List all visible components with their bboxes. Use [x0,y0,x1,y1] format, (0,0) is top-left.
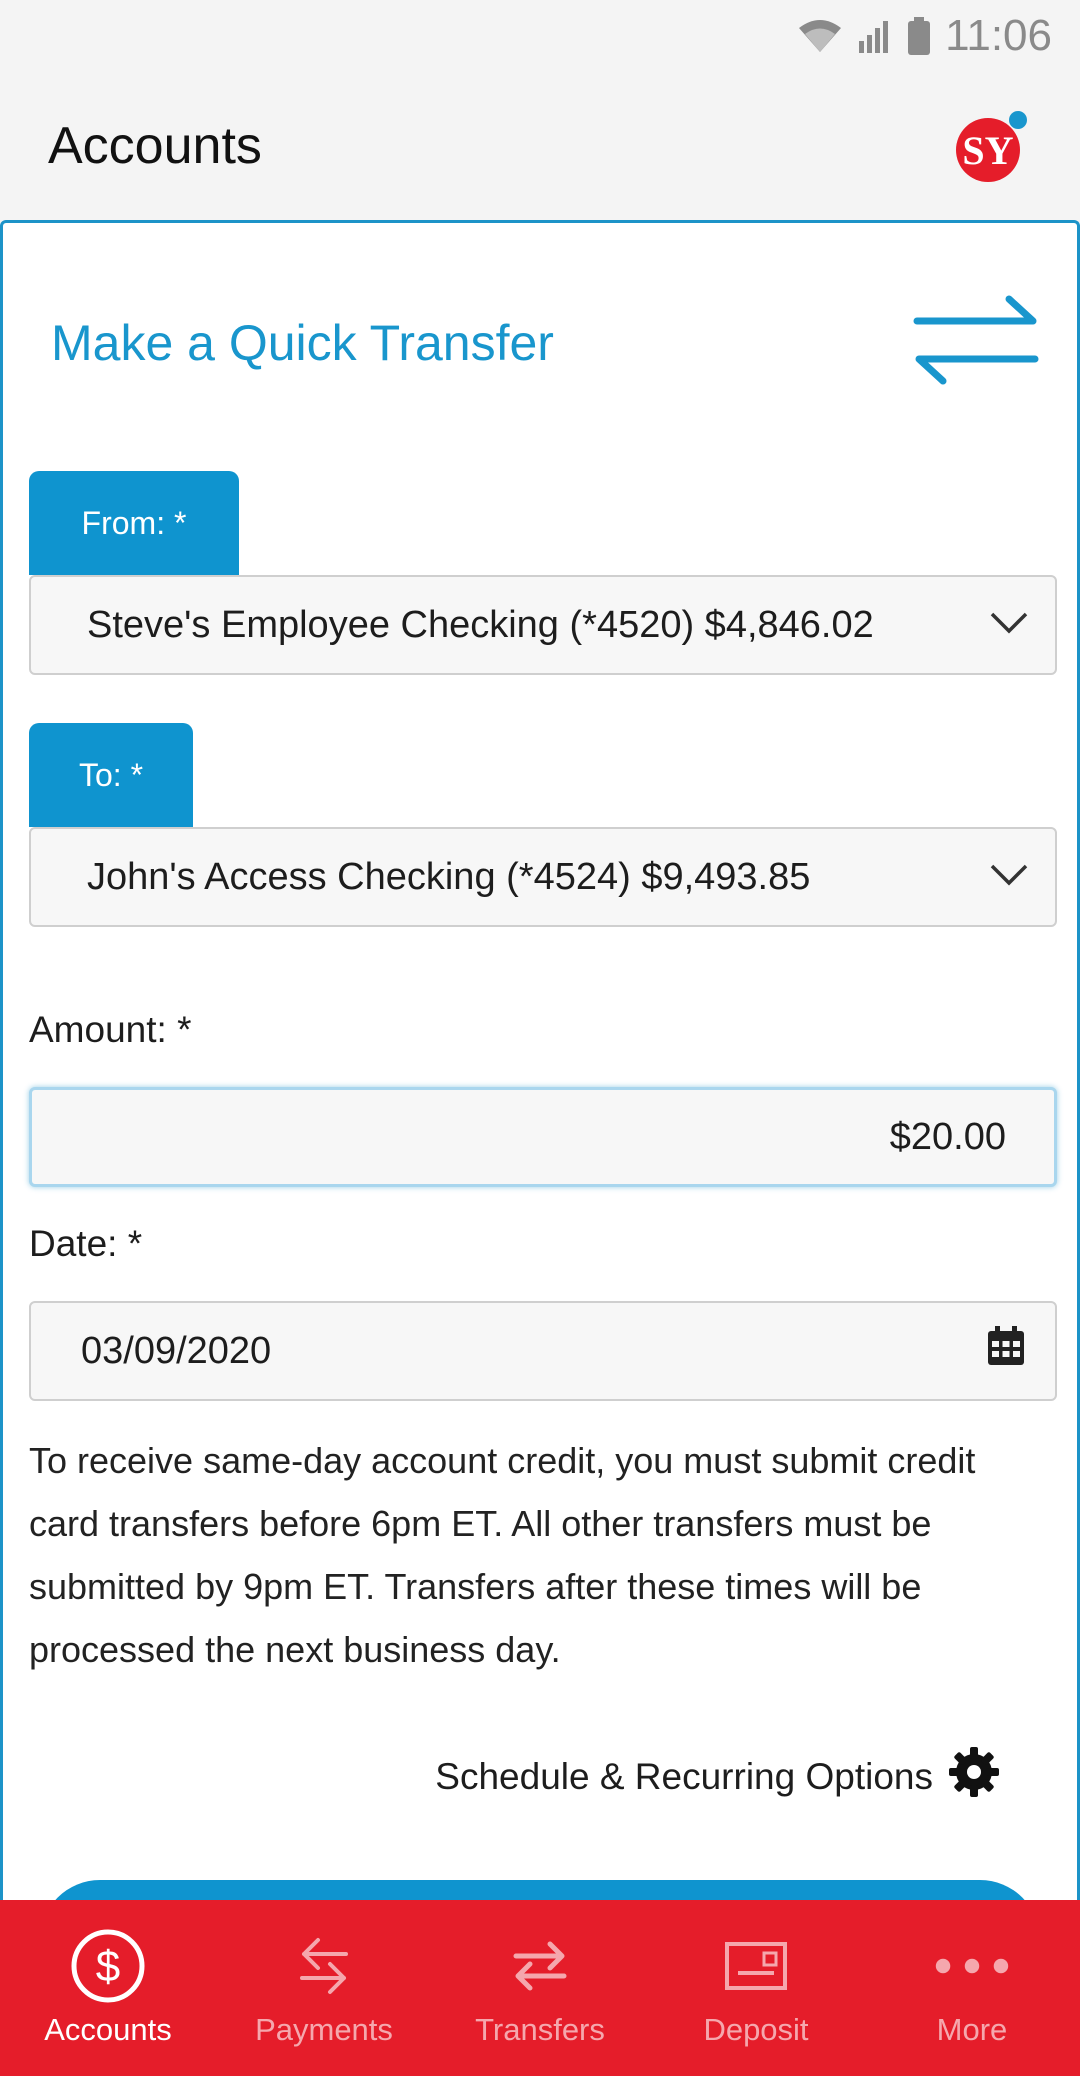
calendar-icon[interactable] [987,1326,1025,1376]
transfers-icon [502,1928,578,2004]
to-account-value: John's Access Checking (*4524) $9,493.85 [87,855,811,898]
schedule-link-label: Schedule & Recurring Options [435,1755,933,1797]
wifi-icon [797,18,843,54]
more-dots-icon [934,1928,1010,2004]
signal-icon [857,19,893,53]
nav-payments-label: Payments [255,2012,393,2047]
bottom-nav: $ Accounts Payments Transfers Deposit Mo… [0,1900,1080,2076]
transfer-arrows-icon [911,293,1041,394]
nav-accounts-label: Accounts [44,2012,172,2047]
from-account-select[interactable]: Steve's Employee Checking (*4520) $4,846… [29,575,1057,675]
svg-text:$: $ [96,1942,120,1991]
page-title: Accounts [48,117,262,175]
nav-transfers[interactable]: Transfers [432,1900,648,2076]
dollar-circle-icon: $ [70,1928,146,2004]
date-label: Date: * [29,1223,143,1264]
sy-bank-logo: SY [952,106,1032,186]
to-account-select[interactable]: John's Access Checking (*4524) $9,493.85 [29,827,1057,927]
gear-icon [947,1745,1001,1808]
quick-transfer-card: Make a Quick Transfer From: * Steve's Em… [0,220,1080,1940]
nav-more[interactable]: More [864,1900,1080,2076]
card-title: Make a Quick Transfer [51,315,554,371]
chevron-down-icon [989,863,1029,892]
app-header: Accounts SY [0,72,1080,220]
from-account-value: Steve's Employee Checking (*4520) $4,846… [87,603,874,646]
schedule-recurring-options-link[interactable]: Schedule & Recurring Options [435,1745,1001,1808]
battery-icon [907,17,931,55]
date-value: 03/09/2020 [81,1329,272,1372]
check-deposit-icon [718,1928,794,2004]
to-label: To: * [29,723,193,827]
nav-transfers-label: Transfers [475,2012,605,2047]
amount-label: Amount: * [29,1009,192,1050]
chevron-down-icon [989,611,1029,640]
status-time: 11:06 [945,11,1052,60]
date-input[interactable]: 03/09/2020 [29,1301,1057,1401]
nav-payments[interactable]: Payments [216,1900,432,2076]
transfer-cutoff-notice: To receive same-day account credit, you … [29,1440,976,1670]
nav-accounts[interactable]: $ Accounts [0,1900,216,2076]
status-bar: 11:06 [0,0,1080,72]
from-label: From: * [29,471,239,575]
payments-icon [286,1928,362,2004]
nav-more-label: More [936,2012,1008,2047]
card-header: Make a Quick Transfer [51,283,1041,403]
amount-input[interactable]: $20.00 [29,1087,1057,1187]
nav-deposit[interactable]: Deposit [648,1900,864,2076]
svg-text:SY: SY [962,128,1013,173]
nav-deposit-label: Deposit [703,2012,809,2047]
